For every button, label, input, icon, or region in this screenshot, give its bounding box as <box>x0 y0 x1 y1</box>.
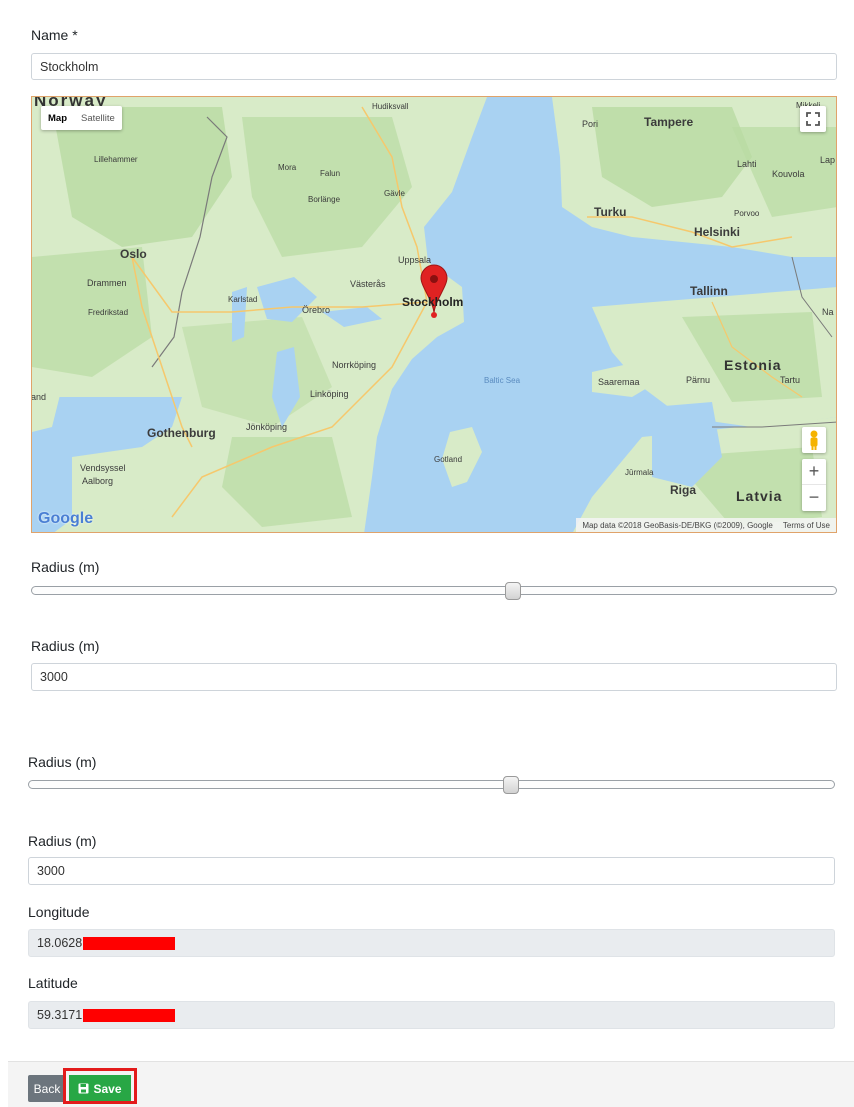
map-type-satellite-button[interactable]: Satellite <box>74 106 122 130</box>
map-label-saaremaa: Saaremaa <box>598 377 640 387</box>
radius-input[interactable]: 3000 <box>31 663 837 691</box>
map-label-lahti: Lahti <box>737 159 757 169</box>
map-label-parnu: Pärnu <box>686 375 711 385</box>
map-label-estonia: Estonia <box>724 357 782 373</box>
back-button-label: Back <box>33 1081 61 1096</box>
longitude-value: 18.0628 <box>37 936 83 950</box>
map-type-control: Map Satellite <box>41 106 122 130</box>
latitude-value: 59.3171 <box>37 1008 83 1022</box>
radius-slider-thumb-2[interactable] <box>502 776 519 794</box>
map-label-borlange: Borlänge <box>308 195 341 204</box>
name-label: Name * <box>31 27 78 43</box>
latitude-input[interactable]: 59.3171 <box>28 1001 835 1029</box>
name-input-value: Stockholm <box>40 59 99 74</box>
map[interactable]: Norway Hudiksvall Lillehammer Mora Falun… <box>31 96 837 533</box>
map-label-lillehammer: Lillehammer <box>94 155 138 164</box>
map-label-karlstad: Karlstad <box>228 295 258 304</box>
longitude-label: Longitude <box>28 904 90 920</box>
radius-slider-label: Radius (m) <box>31 559 100 575</box>
map-label-aalborg: Aalborg <box>82 476 114 486</box>
radius-input-2[interactable]: 3000 <box>28 857 835 885</box>
latitude-redaction <box>83 1008 176 1022</box>
map-data-credit: Map data ©2018 GeoBasis-DE/BKG (©2009), … <box>582 520 773 530</box>
map-label-kouvola: Kouvola <box>772 169 805 179</box>
radius-slider-thumb[interactable] <box>505 582 521 600</box>
map-label-orebro: Örebro <box>302 305 331 315</box>
radius-input-label-2: Radius (m) <box>28 833 97 849</box>
map-label-latvia: Latvia <box>736 488 783 504</box>
map-label-jonkoping: Jönköping <box>246 422 288 432</box>
map-label-norrkoping: Norrköping <box>332 360 377 370</box>
map-label-fredrikstad: Fredrikstad <box>88 308 129 317</box>
name-input[interactable]: Stockholm <box>31 53 837 80</box>
map-label-lap: Lap <box>820 155 836 165</box>
longitude-redaction <box>83 936 176 950</box>
map-label-porvoo: Porvoo <box>734 209 760 218</box>
map-label-and: and <box>31 392 47 402</box>
map-label-uppsala: Uppsala <box>398 255 432 265</box>
google-logo: Google <box>38 510 94 527</box>
map-label-stockholm: Stockholm <box>402 295 464 309</box>
save-highlight-box <box>63 1068 137 1104</box>
back-button[interactable]: Back <box>28 1075 66 1102</box>
map-label-falun: Falun <box>320 169 341 178</box>
map-label-tallinn: Tallinn <box>690 284 728 298</box>
map-label-drammen: Drammen <box>87 278 127 288</box>
zoom-control: + − <box>802 459 826 511</box>
radius-slider-label-2: Radius (m) <box>28 754 97 770</box>
map-tiles <box>32 97 836 532</box>
map-type-map-button[interactable]: Map <box>41 106 74 130</box>
map-label-gavle: Gävle <box>384 189 405 198</box>
pegman-icon <box>810 430 818 450</box>
map-label-tartu: Tartu <box>780 375 801 385</box>
map-label-turku: Turku <box>594 205 627 219</box>
zoom-in-button[interactable]: + <box>802 459 826 485</box>
radius-input-value: 3000 <box>40 670 68 684</box>
map-label-helsinki: Helsinki <box>694 225 741 239</box>
map-attribution: Map data ©2018 GeoBasis-DE/BKG (©2009), … <box>576 518 836 532</box>
radius-input-label: Radius (m) <box>31 638 100 654</box>
street-view-button[interactable] <box>802 427 826 453</box>
map-label-baltic-sea: Baltic Sea <box>484 376 521 385</box>
longitude-input[interactable]: 18.0628 <box>28 929 835 957</box>
radius-input-value-2: 3000 <box>37 864 65 878</box>
map-label-tampere: Tampere <box>644 115 694 129</box>
radius-slider-track[interactable] <box>31 586 837 595</box>
radius-slider-track-2[interactable] <box>28 780 835 789</box>
latitude-label: Latitude <box>28 975 78 991</box>
fullscreen-icon <box>806 112 820 126</box>
zoom-out-button[interactable]: − <box>802 485 826 510</box>
map-label-gotland: Gotland <box>434 455 463 464</box>
map-label-pori: Pori <box>582 119 599 129</box>
map-label-oslo: Oslo <box>120 247 147 261</box>
map-label-mora: Mora <box>278 163 297 172</box>
map-label-hudiksvall: Hudiksvall <box>372 102 409 111</box>
map-label-jurmala: Jūrmala <box>625 468 654 477</box>
terms-of-use-link[interactable]: Terms of Use <box>783 521 830 530</box>
map-label-linkoping: Linköping <box>310 389 349 399</box>
map-label-vendsyssel: Vendsyssel <box>80 463 126 473</box>
map-label-gothenburg: Gothenburg <box>147 426 216 440</box>
map-label-vasteras: Västerås <box>350 279 386 289</box>
map-label-riga: Riga <box>670 483 697 497</box>
map-label-na: Na <box>822 307 834 317</box>
fullscreen-button[interactable] <box>800 106 826 132</box>
